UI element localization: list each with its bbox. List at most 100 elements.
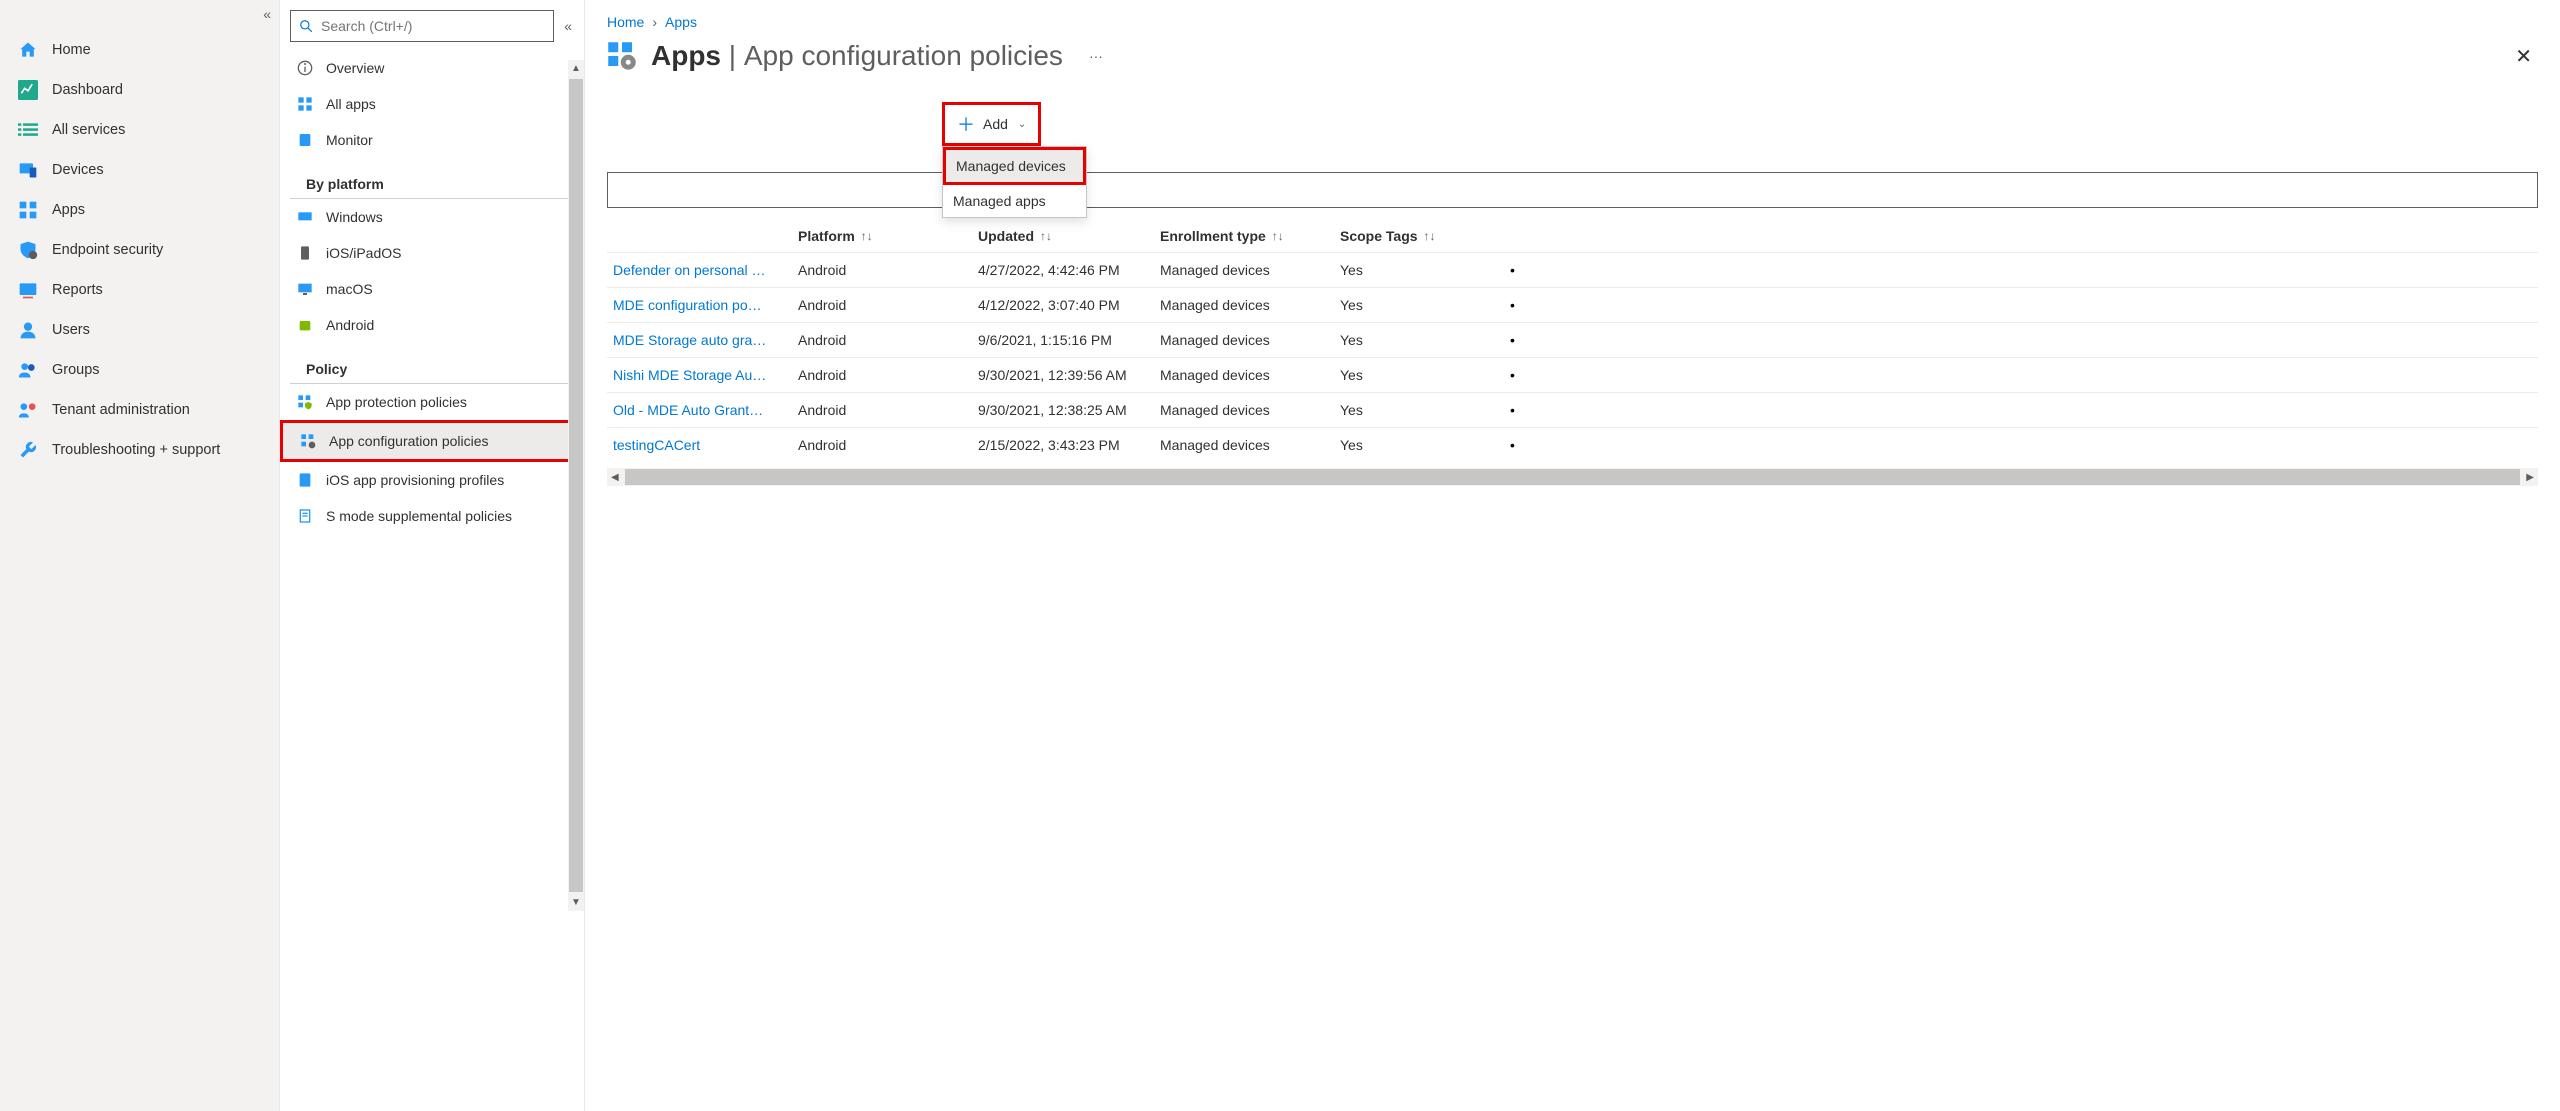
cell-scope: Yes: [1340, 332, 1510, 348]
subnav-ios-provisioning[interactable]: iOS app provisioning profiles: [280, 462, 584, 498]
table-row: Old - MDE Auto Grant…Android9/30/2021, 1…: [607, 392, 2538, 427]
col-updated[interactable]: Updated↑↓: [978, 228, 1160, 244]
cell-updated: 9/30/2021, 12:39:56 AM: [978, 367, 1160, 383]
subnav-android[interactable]: Android: [280, 307, 584, 343]
row-more-button[interactable]: •: [1510, 402, 1540, 418]
subnav-smode[interactable]: S mode supplemental policies: [280, 498, 584, 534]
global-nav: « Home Dashboard All services Devices Ap…: [0, 0, 280, 1111]
policy-name-link[interactable]: MDE configuration po…: [613, 297, 783, 313]
row-more-button[interactable]: •: [1510, 332, 1540, 348]
nav-label: Apps: [52, 202, 85, 218]
ios-icon: [296, 244, 314, 262]
dropdown-managed-devices[interactable]: Managed devices: [943, 147, 1086, 185]
nav-users[interactable]: Users: [0, 310, 279, 350]
nav-apps[interactable]: Apps: [0, 190, 279, 230]
sort-icon: ↑↓: [1272, 229, 1284, 243]
table-row: Defender on personal …Android4/27/2022, …: [607, 252, 2538, 287]
nav-label: Dashboard: [52, 82, 123, 98]
cell-platform: Android: [798, 367, 978, 383]
cell-platform: Android: [798, 437, 978, 453]
cell-platform: Android: [798, 402, 978, 418]
user-icon: [18, 320, 38, 340]
subnav-app-protection[interactable]: App protection policies: [280, 384, 584, 420]
cell-enrollment: Managed devices: [1160, 332, 1340, 348]
subnav-app-config[interactable]: App configuration policies: [280, 420, 584, 462]
scroll-up-icon: ▲: [571, 60, 581, 77]
nav-all-services[interactable]: All services: [0, 110, 279, 150]
subnav-search[interactable]: [290, 10, 554, 42]
platform-header: By platform: [290, 158, 574, 199]
filter-searchbar[interactable]: [607, 172, 2538, 208]
policy-header: Policy: [290, 343, 574, 384]
policy-name-link[interactable]: Nishi MDE Storage Au…: [613, 367, 783, 383]
col-platform[interactable]: Platform↑↓: [798, 228, 978, 244]
subnav-label: Overview: [326, 60, 384, 76]
nav-endpoint-security[interactable]: Endpoint security: [0, 230, 279, 270]
col-scope[interactable]: Scope Tags↑↓: [1340, 228, 1510, 244]
policy-name-link[interactable]: Old - MDE Auto Grant…: [613, 402, 783, 418]
row-more-button[interactable]: •: [1510, 367, 1540, 383]
subnav-search-input[interactable]: [321, 18, 545, 34]
nav-dashboard[interactable]: Dashboard: [0, 70, 279, 110]
scroll-right-icon: ▶: [2522, 472, 2538, 483]
nav-label: Groups: [52, 362, 100, 378]
horizontal-scrollbar[interactable]: ◀ ▶: [607, 468, 2538, 486]
cell-scope: Yes: [1340, 297, 1510, 313]
subnav-windows[interactable]: Windows: [280, 199, 584, 235]
cell-updated: 2/15/2022, 3:43:23 PM: [978, 437, 1160, 453]
sort-icon: ↑↓: [861, 229, 873, 243]
devices-icon: [18, 160, 38, 180]
breadcrumb-home[interactable]: Home: [607, 14, 644, 30]
col-enrollment[interactable]: Enrollment type↑↓: [1160, 228, 1340, 244]
dropdown-managed-apps[interactable]: Managed apps: [943, 185, 1086, 217]
dashboard-icon: [18, 80, 38, 100]
subnav-label: iOS/iPadOS: [326, 245, 401, 261]
scrollbar-thumb[interactable]: [625, 469, 2521, 485]
table-header-row: Name Platform↑↓ Updated↑↓ Enrollment typ…: [607, 220, 2538, 252]
table-row: MDE configuration po…Android4/12/2022, 3…: [607, 287, 2538, 322]
nav-troubleshooting[interactable]: Troubleshooting + support: [0, 430, 279, 470]
scrollbar-thumb[interactable]: [569, 79, 583, 892]
close-button[interactable]: ✕: [2515, 44, 2538, 69]
subnav-label: Android: [326, 317, 374, 333]
tenant-icon: [18, 400, 38, 420]
add-button[interactable]: ＋ Add ⌄: [942, 102, 1041, 146]
nav-reports[interactable]: Reports: [0, 270, 279, 310]
nav-label: Users: [52, 322, 90, 338]
row-more-button[interactable]: •: [1510, 262, 1540, 278]
row-more-button[interactable]: •: [1510, 437, 1540, 453]
more-button[interactable]: ···: [1077, 48, 1103, 64]
cell-enrollment: Managed devices: [1160, 437, 1340, 453]
cell-scope: Yes: [1340, 437, 1510, 453]
subnav-collapse[interactable]: «: [564, 18, 576, 34]
windows-icon: [296, 208, 314, 226]
subnav-label: Monitor: [326, 132, 373, 148]
main-content: Home › Apps Apps | App configuration pol…: [585, 0, 2560, 1111]
subnav-ios[interactable]: iOS/iPadOS: [280, 235, 584, 271]
subnav-macos[interactable]: macOS: [280, 271, 584, 307]
policy-name-link[interactable]: Defender on personal …: [613, 262, 783, 278]
wrench-icon: [18, 440, 38, 460]
policy-name-link[interactable]: MDE Storage auto gra…: [613, 332, 783, 348]
row-more-button[interactable]: •: [1510, 297, 1540, 313]
subnav-scrollbar[interactable]: ▲ ▼: [568, 60, 584, 911]
nav-devices[interactable]: Devices: [0, 150, 279, 190]
chevron-right-icon: ›: [652, 14, 657, 30]
plus-icon: ＋: [957, 111, 975, 137]
cell-updated: 9/6/2021, 1:15:16 PM: [978, 332, 1160, 348]
breadcrumb-apps[interactable]: Apps: [665, 14, 697, 30]
add-button-label: Add: [983, 116, 1008, 132]
sort-icon: ↑↓: [1424, 229, 1436, 243]
groups-icon: [18, 360, 38, 380]
subnav-monitor[interactable]: Monitor: [280, 122, 584, 158]
global-nav-collapse[interactable]: «: [0, 6, 279, 30]
android-icon: [296, 316, 314, 334]
nav-groups[interactable]: Groups: [0, 350, 279, 390]
subnav-all-apps[interactable]: All apps: [280, 86, 584, 122]
policy-name-link[interactable]: testingCACert: [613, 437, 783, 453]
nav-home[interactable]: Home: [0, 30, 279, 70]
subnav-overview[interactable]: Overview: [280, 50, 584, 86]
subnav-label: All apps: [326, 96, 376, 112]
nav-label: Reports: [52, 282, 103, 298]
nav-tenant-admin[interactable]: Tenant administration: [0, 390, 279, 430]
